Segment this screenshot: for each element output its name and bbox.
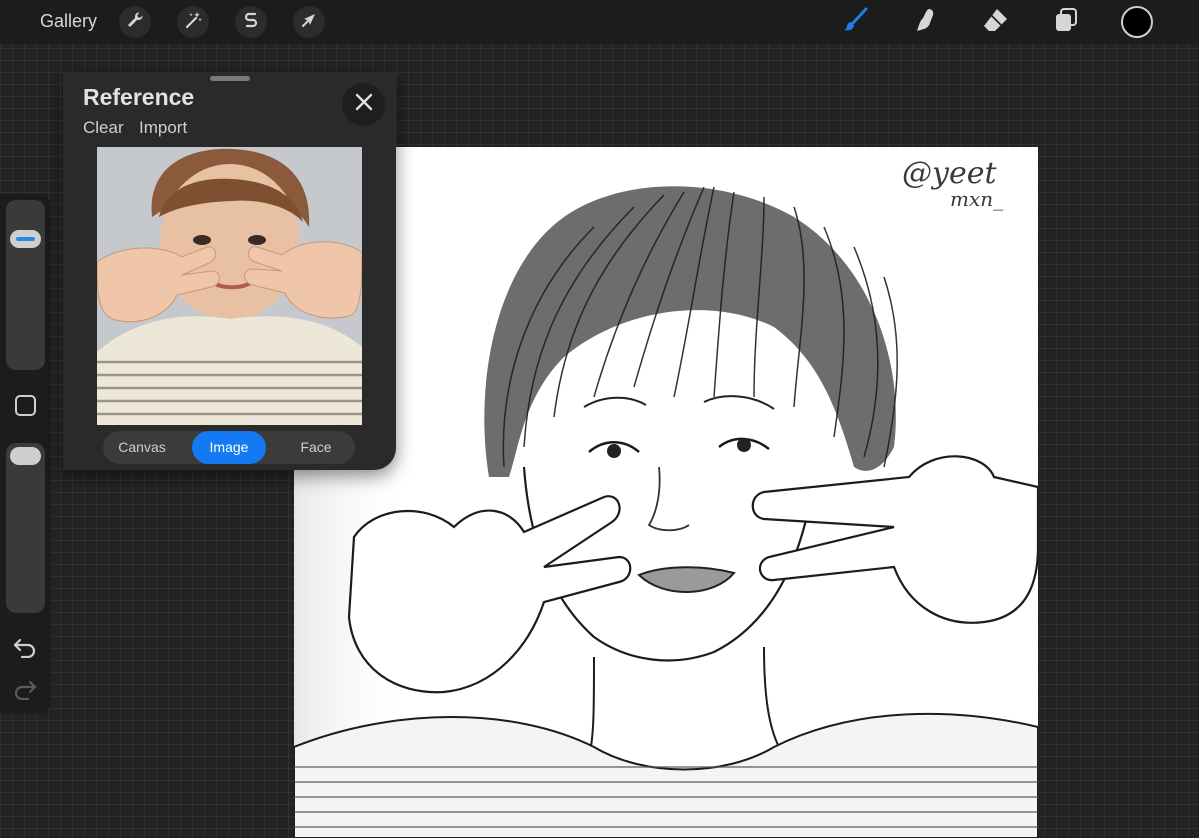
- color-swatch[interactable]: [1121, 6, 1153, 38]
- redo-arrow-icon: [12, 680, 38, 704]
- reference-photo[interactable]: [97, 147, 362, 425]
- close-button[interactable]: [342, 83, 385, 126]
- gallery-button[interactable]: Gallery: [40, 11, 97, 32]
- square-outline-icon[interactable]: [15, 395, 36, 416]
- redo-button[interactable]: [12, 678, 38, 701]
- opacity-slider[interactable]: [6, 443, 45, 613]
- wrench-icon: [125, 10, 145, 35]
- drawing-canvas[interactable]: @yeet mxn_: [294, 147, 1038, 838]
- import-button[interactable]: Import: [139, 118, 187, 138]
- reference-panel: Reference Clear Import Canvas Image Face: [63, 72, 396, 470]
- top-toolbar: Gallery: [0, 0, 1199, 44]
- signature-line-2: mxn_: [950, 187, 1004, 211]
- clear-button[interactable]: Clear: [83, 118, 124, 138]
- mode-image-option[interactable]: Image: [192, 431, 266, 464]
- brush-size-thumb[interactable]: [10, 229, 41, 248]
- selection-s-icon: [241, 10, 261, 35]
- opacity-thumb[interactable]: [10, 447, 41, 465]
- transform-button[interactable]: [293, 6, 325, 38]
- erase-tool-button[interactable]: [978, 6, 1012, 38]
- panel-title: Reference: [83, 84, 195, 110]
- reference-mode-selector: Canvas Image Face: [103, 431, 355, 464]
- eraser-icon: [981, 6, 1009, 39]
- layers-icon: [1052, 6, 1080, 39]
- selection-button[interactable]: [235, 6, 267, 38]
- actions-button[interactable]: [119, 6, 151, 38]
- close-x-icon: [355, 93, 373, 116]
- reference-photo-image: [97, 147, 362, 425]
- panel-drag-handle[interactable]: [210, 76, 250, 81]
- layers-button[interactable]: [1049, 6, 1083, 38]
- magic-wand-icon: [183, 10, 203, 35]
- pencil-sketch-drawing: [294, 147, 1038, 838]
- signature-line-1: @yeet: [902, 156, 997, 191]
- brush-size-slider[interactable]: [6, 200, 45, 370]
- paint-tool-button[interactable]: [838, 6, 872, 38]
- smudge-finger-icon: [911, 6, 939, 39]
- mode-face-option[interactable]: Face: [277, 431, 355, 464]
- mode-canvas-option[interactable]: Canvas: [103, 431, 181, 464]
- brush-icon: [841, 6, 869, 39]
- adjustments-button[interactable]: [177, 6, 209, 38]
- undo-arrow-icon: [12, 638, 38, 662]
- undo-button[interactable]: [12, 636, 38, 659]
- arrow-cursor-icon: [299, 10, 319, 35]
- artist-signature: @yeet mxn_: [902, 156, 1004, 211]
- left-sidebar: [0, 194, 51, 714]
- smudge-tool-button[interactable]: [908, 6, 942, 38]
